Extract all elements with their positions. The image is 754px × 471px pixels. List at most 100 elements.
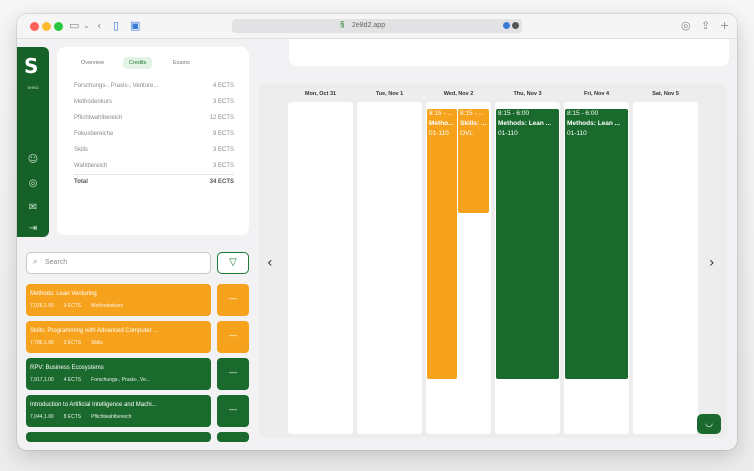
day-header-mon: Mon, Oct 31	[304, 91, 337, 97]
minus-icon: —	[229, 294, 237, 303]
search-placeholder: Search	[45, 259, 68, 266]
download-icon[interactable]: ◎	[681, 19, 691, 33]
course-ects: 3 ECTS	[63, 303, 82, 309]
course-meta: 7,044,1.00 8 ECTS Pflichtwahlbereich	[30, 413, 210, 421]
zoom-window-button[interactable]	[54, 22, 63, 31]
credit-row: Fokusbereiche 9 ECTS	[74, 128, 234, 140]
search-input[interactable]: ⌕ Search	[26, 252, 211, 274]
credit-category: Wahlbereich	[74, 163, 108, 169]
course-category: Skills	[91, 340, 103, 346]
day-column-thu[interactable]: 8:15 - 6:00 Methods: Lean ... 01-110	[495, 102, 560, 434]
course-ects: 8 ECTS	[63, 414, 82, 420]
event-room: OVL	[460, 130, 474, 137]
day-header-wed: Wed, Nov 2	[443, 91, 474, 97]
course-code: 7,917,1.00	[30, 377, 54, 383]
course-meta: 7,026,1.00 3 ECTS Methodenkurs	[30, 302, 210, 310]
sidebar-toggle-icon[interactable]: ▭	[69, 19, 79, 33]
screen: ▭ ⌄ ‹ ▯ ▣ § 2e8d2.app ◎ ⇪ + S SHSG ☺ ◎ ✉…	[0, 0, 754, 471]
chevron-right-icon[interactable]: ›	[709, 256, 715, 270]
browser-window: ▭ ⌄ ‹ ▯ ▣ § 2e8d2.app ◎ ⇪ + S SHSG ☺ ◎ ✉…	[17, 14, 737, 450]
event-time: 8:15 - 6:00	[498, 110, 530, 117]
course-item-methods-lean-venturing[interactable]: Methods: Lean Venturing 7,026,1.00 3 ECTS…	[26, 284, 211, 316]
tab-credits[interactable]: Credits	[123, 57, 153, 69]
calendar-event-skills-wed[interactable]: 8:15 - ... Skills: ... OVL	[458, 109, 489, 213]
course-item-intro-ai[interactable]: Introduction to Artificial Intelligence …	[26, 395, 211, 427]
tab-overview-icon[interactable]: ▣	[130, 19, 140, 33]
credit-row: Pflichtwahlbereich 12 ECTS	[74, 112, 234, 124]
course-code: 7,044,1.00	[30, 414, 54, 420]
course-category: Forschungs-, Praxis-, Ve...	[91, 377, 151, 383]
day-header-tue: Tue, Nov 1	[375, 91, 404, 97]
extension-icon[interactable]	[503, 22, 510, 29]
event-room: 01-110	[429, 130, 449, 137]
event-title: Methods: Lean ...	[498, 120, 552, 127]
credit-row: Forschungs-, Praxis-, Venture... 4 ECTS	[74, 80, 234, 92]
credit-category: Pflichtwahlbereich	[74, 115, 123, 121]
day-column-wed[interactable]: 8:15 - ... Metho... 01-110 8:15 - ... Sk…	[426, 102, 491, 434]
event-time: 8:15 - ...	[460, 110, 484, 117]
feedback-icon[interactable]: ◎	[26, 177, 40, 191]
course-item-partial[interactable]	[26, 432, 211, 442]
address-bar[interactable]: § 2e8d2.app	[232, 19, 522, 33]
weekly-calendar: ‹ › Mon, Oct 31 Tue, Nov 1 Wed, Nov 2 Th…	[259, 84, 727, 438]
remove-course-button[interactable]: —	[217, 358, 249, 390]
course-item-rpv-business-ecosystems[interactable]: RPV: Business Ecosystems 7,917,1.00 4 ECT…	[26, 358, 211, 390]
course-title: Introduction to Artificial Intelligence …	[30, 402, 157, 408]
event-time: 8:15 - 6:00	[567, 110, 599, 117]
chat-bot-icon[interactable]: ◡	[697, 414, 721, 434]
tab-exams[interactable]: Exams	[167, 57, 196, 69]
remove-course-button[interactable]: —	[217, 284, 249, 316]
page-icon[interactable]: ▯	[113, 19, 119, 33]
credit-value: 4 ECTS	[212, 83, 234, 89]
mail-icon[interactable]: ✉	[26, 201, 40, 215]
share-icon[interactable]: ⇪	[701, 19, 710, 33]
remove-course-button[interactable]: —	[217, 395, 249, 427]
course-category: Methodenkurs	[91, 303, 123, 309]
new-tab-icon[interactable]: +	[720, 19, 729, 33]
credit-row: Skills 3 ECTS	[74, 144, 234, 156]
course-meta: 7,786,1.00 3 ECTS Skills	[30, 339, 210, 347]
address-text: 2e8d2.app	[352, 22, 386, 29]
calendar-event-methods-thu[interactable]: 8:15 - 6:00 Methods: Lean ... 01-110	[496, 109, 559, 379]
day-column-mon[interactable]	[288, 102, 353, 434]
credit-value: 3 ECTS	[212, 163, 234, 169]
record-icon[interactable]	[512, 22, 519, 29]
event-title: Methods: Lean ...	[567, 120, 621, 127]
credit-total-value: 34 ECTS	[209, 179, 234, 185]
logout-icon[interactable]: ⇥	[26, 222, 40, 236]
course-item-skills-programming[interactable]: Skills: Programming with Advanced Comput…	[26, 321, 211, 353]
credit-value: 9 ECTS	[212, 131, 234, 137]
calendar-event-methods-wed[interactable]: 8:15 - ... Metho... 01-110	[427, 109, 457, 379]
credits-divider	[74, 174, 234, 175]
minimize-window-button[interactable]	[42, 22, 51, 31]
credit-category: Skills	[74, 147, 89, 153]
day-column-sat[interactable]	[633, 102, 698, 434]
remove-course-button[interactable]: —	[217, 321, 249, 353]
course-ects: 4 ECTS	[63, 377, 82, 383]
course-code: 7,786,1.00	[30, 340, 54, 346]
minus-icon: —	[229, 331, 237, 340]
credit-row: Wahlbereich 3 ECTS	[74, 160, 234, 172]
minus-icon: —	[229, 368, 237, 377]
remove-course-button[interactable]	[217, 432, 249, 442]
course-category: Pflichtwahlbereich	[91, 414, 132, 420]
browser-titlebar: ▭ ⌄ ‹ ▯ ▣ § 2e8d2.app ◎ ⇪ +	[17, 14, 737, 39]
app-logo[interactable]: S	[24, 55, 38, 77]
credit-value: 3 ECTS	[212, 147, 234, 153]
chevron-down-icon[interactable]: ⌄	[83, 19, 90, 33]
close-window-button[interactable]	[30, 22, 39, 31]
course-code: 7,026,1.00	[30, 303, 54, 309]
chevron-left-icon[interactable]: ‹	[267, 256, 273, 270]
filter-button[interactable]: ▽	[217, 252, 249, 274]
credit-value: 3 ECTS	[212, 99, 234, 105]
day-column-tue[interactable]	[357, 102, 422, 434]
tab-overview[interactable]: Overview	[75, 57, 110, 69]
credit-total-label: Total	[74, 179, 88, 185]
calendar-icon[interactable]: ☺	[26, 153, 40, 167]
course-ects: 3 ECTS	[63, 340, 82, 346]
calendar-event-methods-fri[interactable]: 8:15 - 6:00 Methods: Lean ... 01-110	[565, 109, 628, 379]
event-title: Skills: ...	[460, 120, 487, 127]
day-header-fri: Fri, Nov 4	[583, 91, 610, 97]
back-icon[interactable]: ‹	[97, 19, 101, 33]
day-column-fri[interactable]: 8:15 - 6:00 Methods: Lean ... 01-110	[564, 102, 629, 434]
